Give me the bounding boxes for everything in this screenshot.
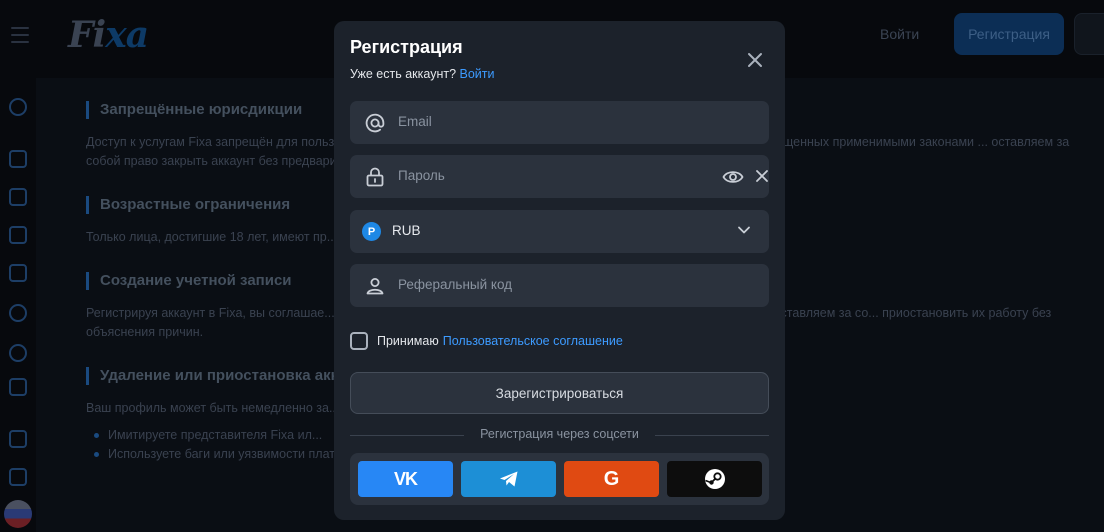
social-login-row: VK G: [350, 453, 769, 505]
modal-title: Регистрация: [350, 37, 463, 57]
google-login-button[interactable]: G: [564, 461, 659, 497]
telegram-icon: [499, 471, 517, 487]
social-divider: Регистрация через соцсети: [350, 427, 769, 443]
lock-icon: [366, 167, 384, 187]
gift-icon[interactable]: [9, 430, 27, 448]
social-divider-text: Регистрация через соцсети: [480, 427, 639, 441]
at-icon: [365, 113, 385, 133]
promo-icon[interactable]: [9, 344, 27, 362]
agreement-checkbox[interactable]: [350, 332, 368, 350]
modal-subtitle: Уже есть аккаунт? Войти: [350, 67, 495, 81]
sport-icon[interactable]: [9, 264, 27, 282]
currency-select[interactable]: Р RUB: [350, 210, 769, 253]
user-agreement-link[interactable]: Пользовательское соглашение: [443, 334, 623, 348]
has-account-text: Уже есть аккаунт?: [350, 67, 457, 81]
close-icon[interactable]: [744, 49, 766, 71]
referral-code-field[interactable]: Реферальный код: [350, 264, 769, 307]
registration-modal: Регистрация Уже есть аккаунт? Войти Emai…: [334, 21, 785, 520]
home-icon[interactable]: [9, 150, 27, 168]
referral-placeholder: Реферальный код: [398, 277, 513, 292]
live-icon[interactable]: [9, 226, 27, 244]
steam-icon: [704, 469, 725, 489]
currency-value: RUB: [392, 223, 421, 238]
eye-icon[interactable]: [722, 167, 744, 187]
chat-icon[interactable]: [1074, 13, 1104, 55]
chevron-down-icon[interactable]: [737, 225, 751, 235]
bonus-icon[interactable]: [9, 378, 27, 396]
password-placeholder: Пароль: [398, 168, 445, 183]
submit-register-button[interactable]: Зарегистрироваться: [350, 372, 769, 414]
menu-icon[interactable]: [8, 22, 32, 46]
sidebar: [0, 78, 36, 532]
agreement-row: Принимаю Пользовательское соглашение: [350, 331, 623, 351]
logo[interactable]: Fixa: [68, 14, 149, 56]
agreement-text: Принимаю: [377, 334, 439, 348]
vk-login-button[interactable]: VK: [358, 461, 453, 497]
clear-icon[interactable]: [755, 169, 769, 183]
login-link-modal[interactable]: Войти: [460, 67, 495, 81]
search-icon[interactable]: [9, 98, 27, 116]
steam-login-button[interactable]: [667, 461, 762, 497]
login-link[interactable]: Войти: [880, 26, 919, 42]
telegram-login-button[interactable]: [461, 461, 556, 497]
password-field[interactable]: Пароль: [350, 155, 769, 198]
page: Fixa Войти Регистрация Запрещённые юрисд…: [0, 0, 1104, 532]
vk-icon: VK: [393, 468, 418, 489]
casino-icon[interactable]: [9, 188, 27, 206]
email-field[interactable]: Email: [350, 101, 769, 144]
rocket-icon[interactable]: [9, 304, 27, 322]
support-icon[interactable]: [9, 468, 27, 486]
email-placeholder: Email: [398, 114, 432, 129]
language-flag-icon[interactable]: [4, 500, 32, 528]
ruble-icon: Р: [362, 222, 381, 241]
google-icon: G: [603, 467, 620, 490]
register-button[interactable]: Регистрация: [954, 13, 1064, 55]
user-icon: [366, 278, 384, 295]
